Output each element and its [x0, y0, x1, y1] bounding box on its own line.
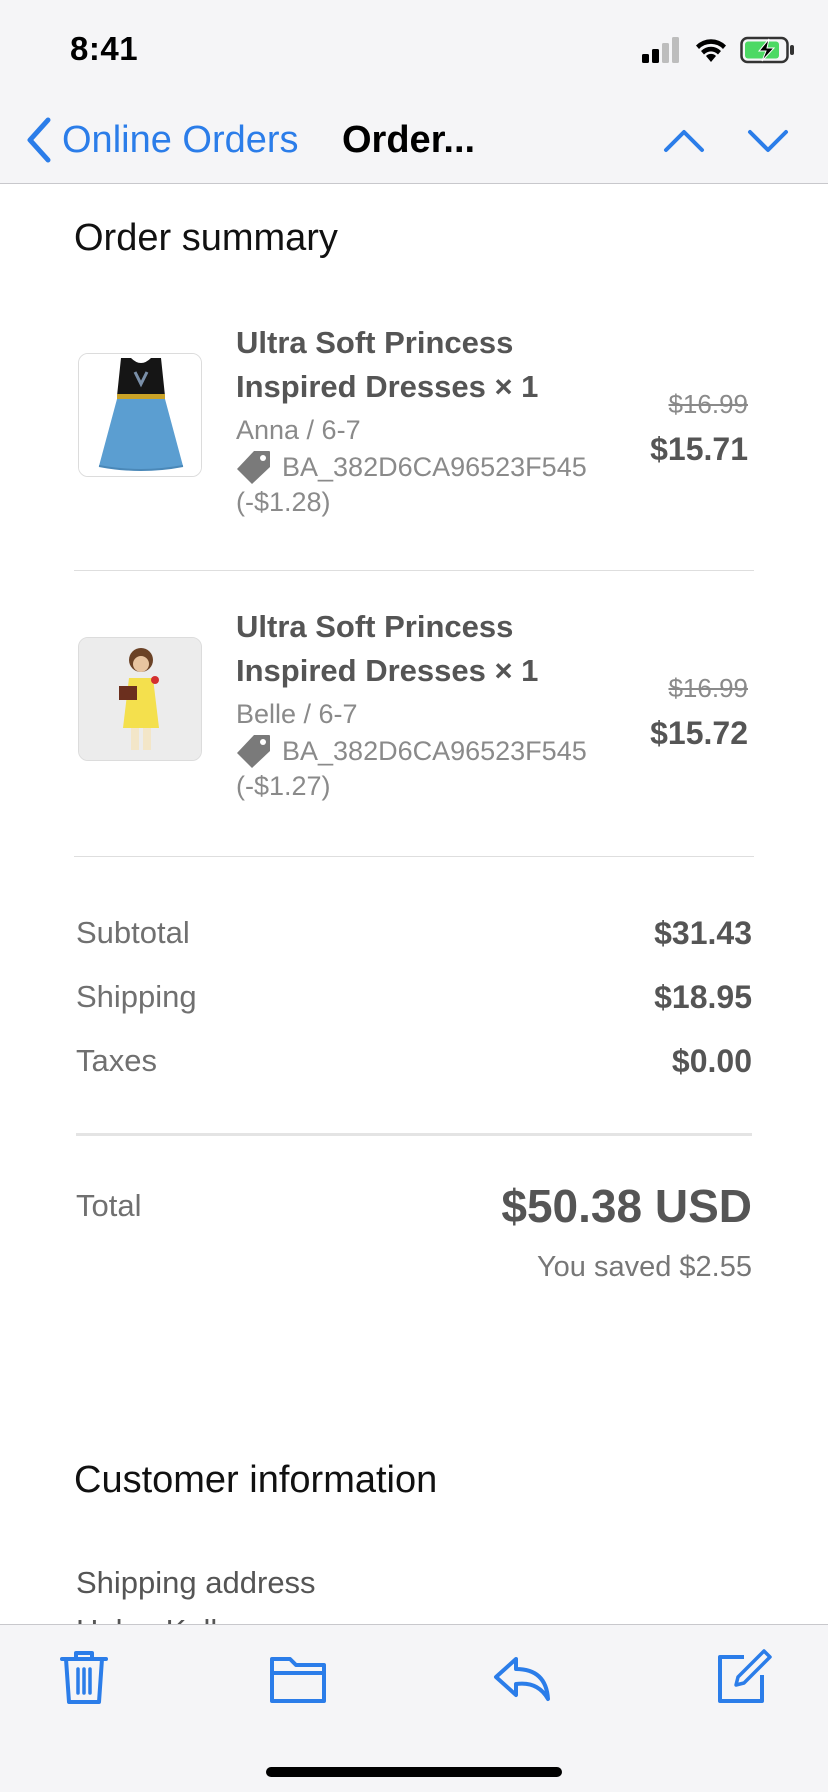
shipping-value: $18.95 [654, 979, 752, 1015]
chevron-left-icon [27, 117, 51, 163]
original-price: $16.99 [668, 673, 748, 703]
discount-amount: (-$1.28) [236, 487, 331, 517]
wifi-icon [696, 39, 726, 62]
nav-title: Order... [342, 119, 476, 161]
chevron-down-icon[interactable] [744, 116, 792, 164]
reply-icon[interactable] [492, 1647, 552, 1707]
divider [74, 570, 754, 571]
taxes-value: $0.00 [671, 1043, 752, 1079]
status-icons [642, 34, 796, 66]
chevron-up-icon[interactable] [660, 116, 708, 164]
discount-code: BA_382D6CA96523F545 [236, 449, 587, 485]
shipping-label: Shipping [76, 979, 197, 1014]
tag-icon [237, 735, 270, 768]
navigation-bar: Online Orders Order... [0, 96, 828, 184]
divider [74, 856, 754, 857]
total-value: $50.38 USD [501, 1180, 752, 1232]
battery-charging-icon [740, 36, 794, 64]
line-item: Ultra Soft Princess Inspired Dresses × 1… [74, 605, 754, 805]
status-bar: 8:41 [0, 0, 828, 96]
taxes-label: Taxes [76, 1043, 157, 1078]
status-time: 8:41 [70, 30, 139, 67]
compose-icon[interactable] [712, 1647, 772, 1707]
item-variant: Anna / 6-7 [236, 415, 361, 445]
home-indicator[interactable] [266, 1767, 562, 1777]
savings-text: You saved $2.55 [536, 1251, 752, 1283]
back-button[interactable]: Online Orders [24, 114, 299, 166]
divider [76, 1133, 752, 1136]
anna-dress-image [78, 353, 202, 477]
item-price: $15.71 [650, 431, 748, 467]
subtotal-value: $31.43 [654, 915, 752, 951]
trash-icon[interactable] [54, 1647, 114, 1707]
item-name: Ultra Soft Princess Inspired Dresses × 1 [236, 609, 539, 688]
total-label: Total [76, 1188, 142, 1223]
back-label: Online Orders [62, 118, 299, 161]
shipping-address-label: Shipping address [76, 1565, 316, 1600]
shipping-address-name: Helen Kell [76, 1613, 217, 1624]
tag-icon [237, 451, 270, 484]
discount-code-text: BA_382D6CA96523F545 [282, 735, 587, 766]
belle-dress-image [78, 637, 202, 761]
item-price: $15.72 [650, 715, 748, 751]
order-summary-heading: Order summary [74, 217, 338, 259]
folder-icon[interactable] [268, 1647, 328, 1707]
cellular-signal-icon [642, 37, 679, 63]
email-content[interactable]: Order summary Ultra Soft Princess Inspir… [0, 185, 828, 1624]
customer-info-heading: Customer information [74, 1459, 438, 1501]
discount-code-text: BA_382D6CA96523F545 [282, 451, 587, 482]
original-price: $16.99 [668, 389, 748, 419]
item-variant: Belle / 6-7 [236, 699, 358, 729]
item-name: Ultra Soft Princess Inspired Dresses × 1 [236, 325, 539, 404]
line-item: Ultra Soft Princess Inspired Dresses × 1… [74, 321, 754, 521]
subtotal-label: Subtotal [76, 915, 190, 950]
discount-code: BA_382D6CA96523F545 [236, 733, 587, 769]
bottom-toolbar [0, 1624, 828, 1792]
discount-amount: (-$1.27) [236, 771, 331, 801]
